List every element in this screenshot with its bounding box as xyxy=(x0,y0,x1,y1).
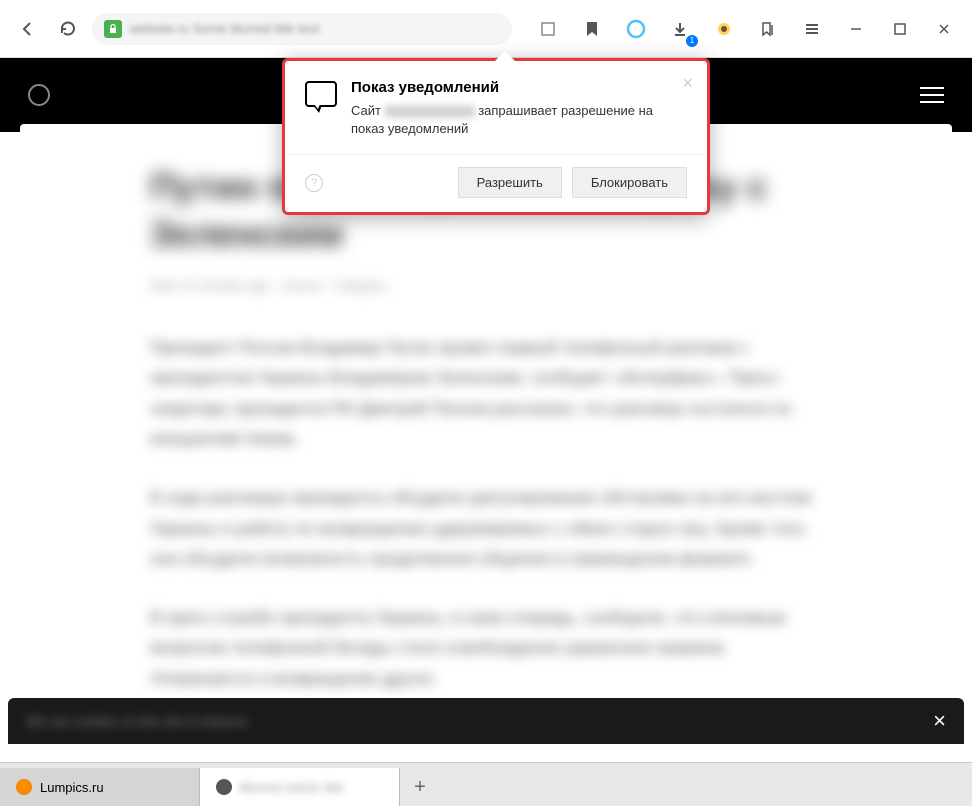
back-button[interactable] xyxy=(12,13,44,45)
minimize-button[interactable] xyxy=(840,13,872,45)
bookmark-icon[interactable] xyxy=(576,13,608,45)
favicon-icon xyxy=(16,779,32,795)
block-button[interactable]: Блокировать xyxy=(572,167,687,198)
dialog-close-button[interactable]: × xyxy=(682,73,693,94)
tab-active[interactable]: Blurred article title xyxy=(200,768,400,806)
cookie-text: We use cookies on this site to improve xyxy=(26,714,933,729)
reload-button[interactable] xyxy=(52,13,84,45)
extension-icon[interactable] xyxy=(708,13,740,45)
dialog-title: Показ уведомлений xyxy=(351,79,687,96)
reader-icon[interactable] xyxy=(532,13,564,45)
favicon-icon xyxy=(216,779,232,795)
allow-button[interactable]: Разрешить xyxy=(458,167,562,198)
article-content: Путин переговорил по телефону с Зеленски… xyxy=(20,124,952,743)
downloads-icon[interactable]: 1 xyxy=(664,13,696,45)
article-paragraph: В ходе разговора президенты обсудили уре… xyxy=(150,483,822,575)
article-meta: Date 15 minutes ago · Source · Category xyxy=(150,278,822,293)
help-icon[interactable]: ? xyxy=(305,174,323,192)
address-bar[interactable]: website.ru Some blurred title text xyxy=(92,13,512,45)
tab-bar: Lumpics.ru Blurred article title + xyxy=(0,762,972,806)
menu-icon[interactable] xyxy=(796,13,828,45)
tab-label: Lumpics.ru xyxy=(40,780,104,795)
new-tab-button[interactable]: + xyxy=(400,768,440,806)
close-window-button[interactable] xyxy=(928,13,960,45)
cookie-close-button[interactable]: × xyxy=(933,708,946,734)
dialog-site-name xyxy=(385,106,475,117)
cookie-banner: We use cookies on this site to improve × xyxy=(8,698,964,744)
tab-label: Blurred article title xyxy=(240,780,344,795)
maximize-button[interactable] xyxy=(884,13,916,45)
search-icon[interactable] xyxy=(28,84,50,106)
notification-permission-dialog: Показ уведомлений Сайт запрашивает разре… xyxy=(282,58,710,215)
article-paragraph: Президент России Владимир Путин провел п… xyxy=(150,333,822,455)
article-paragraph: В пресс-службе президента Украины, в сво… xyxy=(150,603,822,695)
yandex-icon[interactable] xyxy=(620,13,652,45)
collections-icon[interactable] xyxy=(752,13,784,45)
dialog-arrow xyxy=(495,51,515,61)
url-text: website.ru Some blurred title text xyxy=(130,21,319,36)
site-menu-icon[interactable] xyxy=(920,87,944,103)
lock-icon xyxy=(104,20,122,38)
tab-lumpics[interactable]: Lumpics.ru xyxy=(0,768,200,806)
download-badge: 1 xyxy=(686,35,698,47)
notification-icon xyxy=(305,81,337,107)
browser-toolbar: website.ru Some blurred title text 1 xyxy=(0,0,972,58)
dialog-description: Сайт запрашивает разрешение на показ уве… xyxy=(351,102,687,138)
